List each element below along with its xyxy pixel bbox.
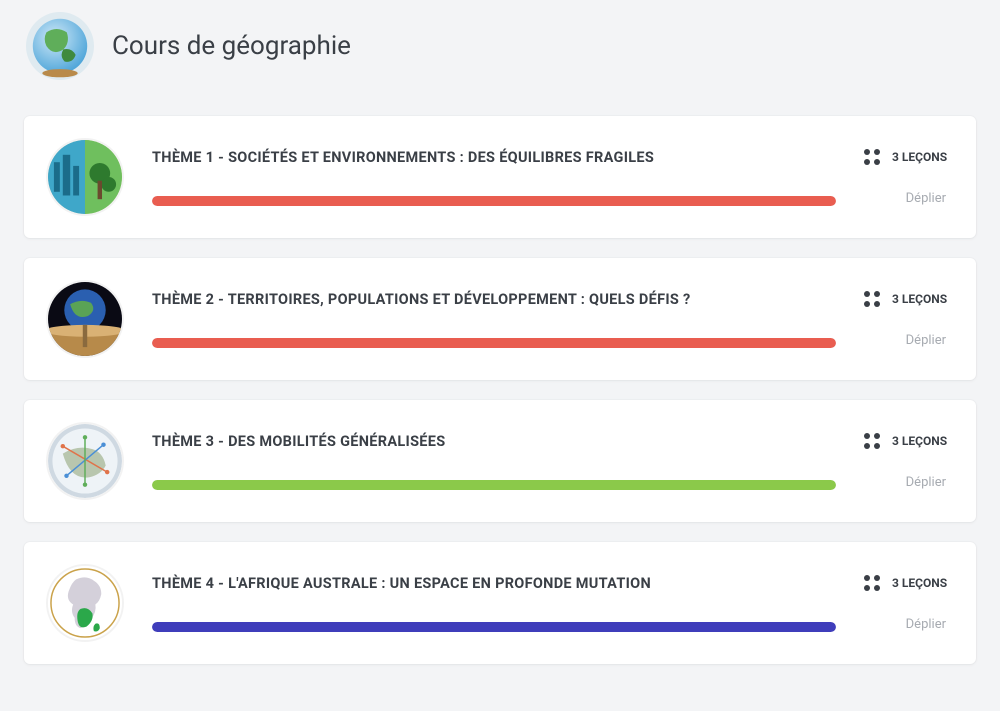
progress-bar <box>152 480 836 490</box>
theme-title: THÈME 2 - TERRITOIRES, POPULATIONS ET DÉ… <box>152 291 836 308</box>
lessons-count: 3 LEÇONS <box>864 433 947 449</box>
africa-icon <box>48 566 122 640</box>
lessons-count: 3 LEÇONS <box>864 575 947 591</box>
progress-fill <box>152 480 836 490</box>
theme-title: THÈME 3 - DES MOBILITÉS GÉNÉRALISÉES <box>152 433 836 450</box>
theme-thumbnail <box>46 422 124 500</box>
grid-icon <box>864 149 880 165</box>
theme-card[interactable]: THÈME 4 - L'AFRIQUE AUSTRALE : UN ESPACE… <box>24 542 976 664</box>
expand-button[interactable]: Déplier <box>906 475 948 490</box>
lessons-label: 3 LEÇONS <box>892 434 947 448</box>
theme-main: THÈME 3 - DES MOBILITÉS GÉNÉRALISÉES <box>152 433 836 490</box>
course-title: Cours de géographie <box>112 31 351 61</box>
theme-card[interactable]: THÈME 3 - DES MOBILITÉS GÉNÉRALISÉES 3 L… <box>24 400 976 522</box>
progress-bar <box>152 622 836 632</box>
expand-button[interactable]: Déplier <box>906 333 948 348</box>
lessons-label: 3 LEÇONS <box>892 576 947 590</box>
theme-main: THÈME 1 - SOCIÉTÉS ET ENVIRONNEMENTS : D… <box>152 149 836 206</box>
progress-fill <box>152 338 836 348</box>
world-network-icon <box>48 424 122 498</box>
grid-icon <box>864 575 880 591</box>
globe-icon <box>26 12 94 80</box>
theme-main: THÈME 2 - TERRITOIRES, POPULATIONS ET DÉ… <box>152 291 836 348</box>
lessons-count: 3 LEÇONS <box>864 291 947 307</box>
theme-side: 3 LEÇONS Déplier <box>864 575 948 632</box>
theme-title: THÈME 1 - SOCIÉTÉS ET ENVIRONNEMENTS : D… <box>152 149 836 166</box>
expand-button[interactable]: Déplier <box>906 617 948 632</box>
city-nature-icon <box>48 140 122 214</box>
course-header: Cours de géographie <box>24 12 976 80</box>
theme-card[interactable]: THÈME 2 - TERRITOIRES, POPULATIONS ET DÉ… <box>24 258 976 380</box>
theme-thumbnail <box>46 564 124 642</box>
theme-thumbnail <box>46 138 124 216</box>
progress-bar <box>152 196 836 206</box>
theme-main: THÈME 4 - L'AFRIQUE AUSTRALE : UN ESPACE… <box>152 575 836 632</box>
theme-card[interactable]: THÈME 1 - SOCIÉTÉS ET ENVIRONNEMENTS : D… <box>24 116 976 238</box>
course-avatar <box>26 12 94 80</box>
theme-title: THÈME 4 - L'AFRIQUE AUSTRALE : UN ESPACE… <box>152 575 836 592</box>
planet-horizon-icon <box>48 282 122 356</box>
theme-thumbnail <box>46 280 124 358</box>
progress-fill <box>152 196 836 206</box>
lessons-label: 3 LEÇONS <box>892 292 947 306</box>
progress-bar <box>152 338 836 348</box>
grid-icon <box>864 291 880 307</box>
lessons-count: 3 LEÇONS <box>864 149 947 165</box>
lessons-label: 3 LEÇONS <box>892 150 947 164</box>
grid-icon <box>864 433 880 449</box>
progress-fill <box>152 622 836 632</box>
expand-button[interactable]: Déplier <box>906 191 948 206</box>
theme-side: 3 LEÇONS Déplier <box>864 291 948 348</box>
theme-side: 3 LEÇONS Déplier <box>864 149 948 206</box>
theme-side: 3 LEÇONS Déplier <box>864 433 948 490</box>
